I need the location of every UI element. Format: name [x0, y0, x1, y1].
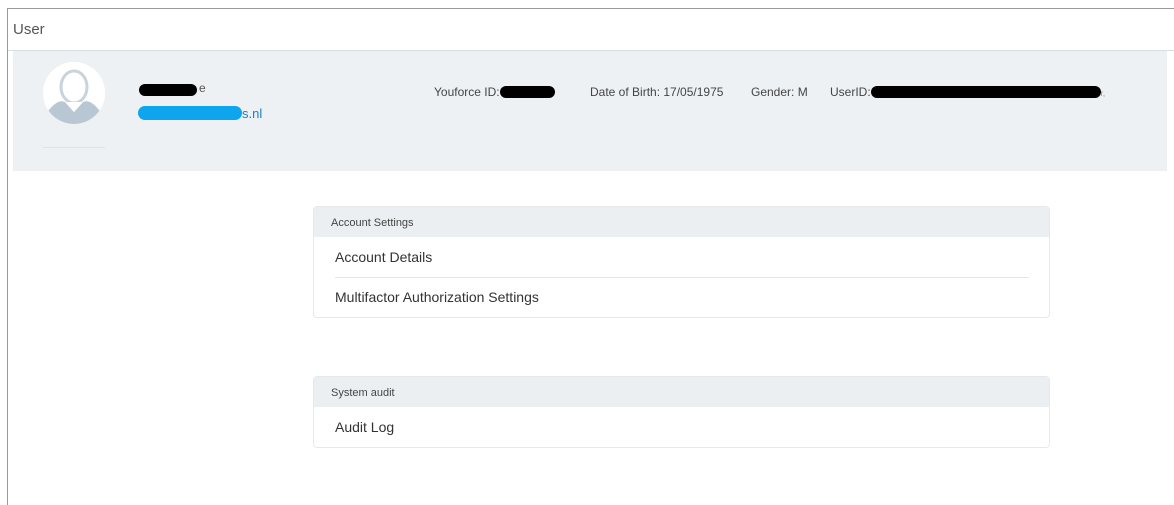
window-title: User: [13, 21, 45, 38]
gender-field: Gender: M: [751, 85, 808, 99]
avatar-divider: [43, 147, 105, 148]
gender-value: M: [797, 85, 808, 99]
profile-panel: e s.nl Youforce ID: Date of Birth: 17/05…: [13, 51, 1167, 171]
user-name-redacted: [139, 84, 197, 96]
userid-redacted: [870, 86, 1101, 98]
system-audit-card: System audit Audit Log: [313, 376, 1050, 448]
user-avatar-icon: [43, 62, 105, 124]
userid-label: UserID:: [830, 85, 871, 99]
userid-suffix: r,: [1100, 89, 1106, 98]
youforce-id-redacted: [499, 86, 555, 98]
system-audit-header: System audit: [314, 377, 1049, 407]
userid-field: UserID: r,: [830, 85, 1105, 99]
account-settings-card: Account Settings Account Details Multifa…: [313, 206, 1050, 318]
account-details-link[interactable]: Account Details: [314, 237, 1049, 277]
dob-field: Date of Birth: 17/05/1975: [590, 85, 723, 99]
multifactor-authorization-settings-link[interactable]: Multifactor Authorization Settings: [314, 277, 1049, 317]
youforce-id-label: Youforce ID:: [434, 85, 500, 99]
youforce-id-field: Youforce ID:: [434, 85, 555, 99]
user-email-suffix[interactable]: s.nl: [242, 106, 262, 121]
gender-label: Gender:: [751, 85, 795, 99]
user-name-suffix: e: [199, 81, 206, 95]
dob-value: 17/05/1975: [663, 85, 724, 99]
user-email-redacted[interactable]: [138, 106, 242, 120]
account-settings-header: Account Settings: [314, 207, 1049, 237]
title-bar: User: [8, 9, 1174, 51]
dob-label: Date of Birth:: [590, 85, 661, 99]
user-silhouette-icon: [43, 62, 105, 124]
audit-log-link[interactable]: Audit Log: [314, 407, 1049, 447]
